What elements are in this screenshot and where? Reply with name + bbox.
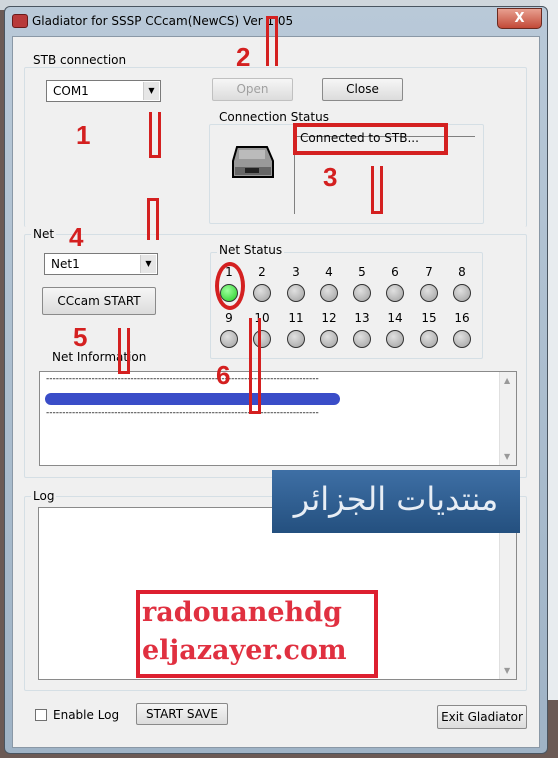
exit-gladiator-button[interactable]: Exit Gladiator: [437, 705, 527, 729]
net-led-number: 11: [288, 311, 304, 325]
net-led-number: 12: [321, 311, 337, 325]
open-button[interactable]: Open: [212, 78, 293, 101]
net-led-number: 13: [354, 311, 370, 325]
stamp-line-1: radouanehdg: [142, 597, 342, 628]
stb-connection-label: STB connection: [31, 53, 129, 67]
window-close-button[interactable]: X: [497, 8, 542, 29]
net-led-number: 16: [454, 311, 470, 325]
net-led-number: 14: [387, 311, 403, 325]
net-status-led: [353, 330, 371, 348]
net-led-number: 9: [225, 311, 233, 325]
connection-status-label: Connection Status: [217, 110, 331, 124]
stamp-line-2: eljazayer.com: [142, 635, 347, 666]
net-status-led: [320, 330, 338, 348]
net-status-led: [386, 330, 404, 348]
net-led-number: 15: [421, 311, 437, 325]
net-status-led: [353, 284, 371, 302]
arrow-down-icon: [147, 198, 159, 240]
start-save-button[interactable]: START SAVE: [136, 703, 228, 725]
enable-log-checkbox[interactable]: [35, 709, 47, 721]
net-status-label: Net Status: [217, 243, 285, 257]
net-status-led: [253, 284, 271, 302]
arrow-up-icon: [371, 166, 383, 214]
app-icon: [12, 14, 28, 28]
com-port-select[interactable]: COM1 ▼: [46, 80, 161, 102]
annotation-step-3: 3: [323, 162, 338, 192]
window-title: Gladiator for SSSP CCcam(NewCS) Ver 1.05: [32, 14, 294, 28]
net-information-textarea[interactable]: ----------------------------------------…: [39, 371, 517, 466]
net-select[interactable]: Net1 ▼: [44, 253, 158, 275]
log-label: Log: [31, 489, 57, 503]
arrow-up-icon: [118, 328, 130, 374]
log-scrollbar[interactable]: ▼: [499, 508, 516, 679]
annotation-circle-led1: [215, 262, 245, 310]
annotation-step-1: 1: [76, 120, 91, 150]
chevron-down-icon: ▼: [140, 255, 156, 273]
watermark-stamp: radouanehdg eljazayer.com: [136, 590, 378, 678]
net-status-led: [420, 284, 438, 302]
close-button[interactable]: Close: [322, 78, 403, 101]
redacted-text: [45, 393, 340, 405]
annotation-step-6: 6: [216, 360, 231, 390]
arrow-up-icon: [149, 112, 161, 158]
net-led-number: 7: [425, 265, 433, 279]
net-status-led: [453, 330, 471, 348]
net-status-led: [386, 284, 404, 302]
stb-device-icon: [231, 145, 275, 179]
annotation-step-4: 4: [69, 222, 84, 252]
com-port-value: COM1: [53, 84, 89, 98]
net-label: Net: [31, 227, 57, 241]
net-status-led: [287, 284, 305, 302]
net-info-scrollbar[interactable]: ▲ ▼: [499, 372, 516, 465]
forum-banner: منتديات الجزائر: [272, 470, 520, 533]
annotation-step-2: 2: [236, 42, 251, 72]
cccam-start-button[interactable]: CCcam START: [42, 287, 156, 315]
arrow-up-icon: [249, 318, 261, 414]
net-information-label: Net Information: [52, 350, 147, 364]
net-value: Net1: [51, 257, 80, 271]
chevron-down-icon: ▼: [143, 82, 159, 100]
net-led-number: 4: [325, 265, 333, 279]
enable-log-label: Enable Log: [53, 708, 120, 722]
net-led-number: 2: [258, 265, 266, 279]
net-status-led: [220, 330, 238, 348]
arrow-down-icon: [266, 16, 278, 66]
net-status-led: [453, 284, 471, 302]
net-led-number: 6: [391, 265, 399, 279]
annotation-step-5: 5: [73, 322, 88, 352]
net-status-led: [320, 284, 338, 302]
net-status-led: [420, 330, 438, 348]
net-status-led: [287, 330, 305, 348]
annotation-box-status: [293, 123, 448, 155]
net-led-number: 8: [458, 265, 466, 279]
net-led-number: 5: [358, 265, 366, 279]
net-led-number: 3: [292, 265, 300, 279]
